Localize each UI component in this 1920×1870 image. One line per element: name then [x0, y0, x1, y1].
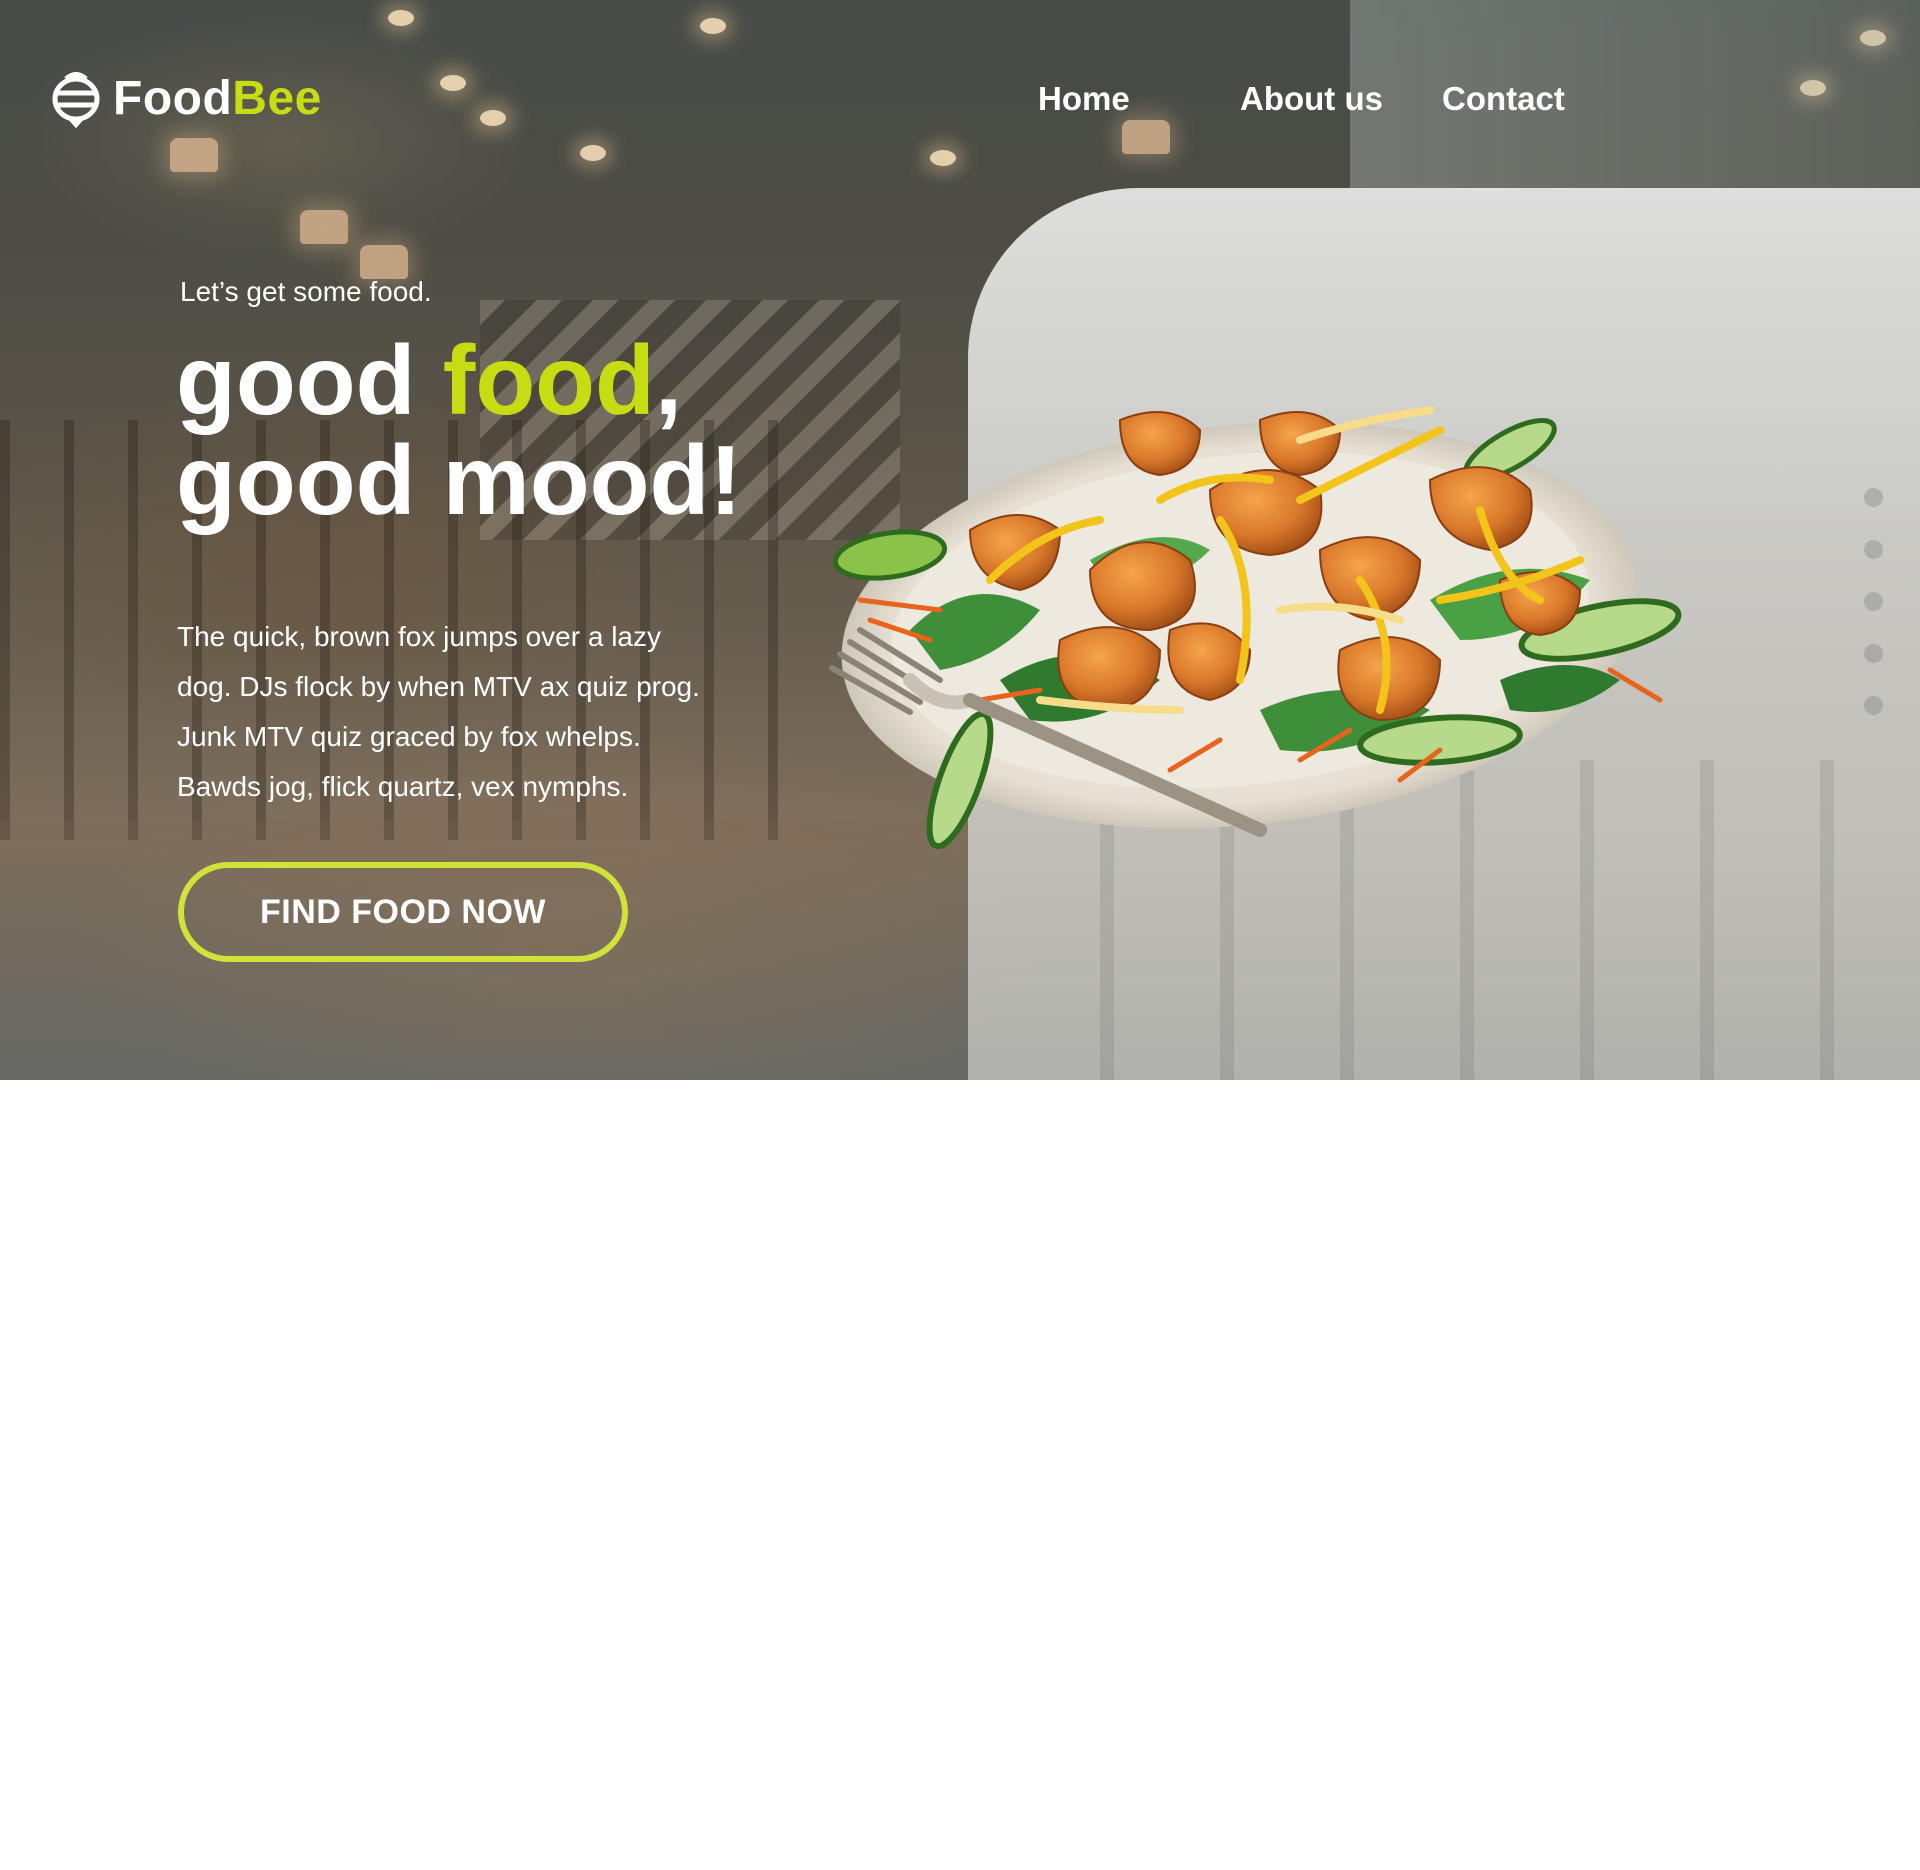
- headline-accent-word: food: [442, 325, 655, 435]
- hero-description: The quick, brown fox jumps over a lazy d…: [177, 612, 777, 812]
- slider-dot[interactable]: [1864, 488, 1883, 507]
- description-line: dog. DJs flock by when MTV ax quiz prog.: [177, 671, 700, 702]
- slider-dot[interactable]: [1864, 644, 1883, 663]
- find-food-button[interactable]: FIND FOOD NOW: [178, 862, 628, 962]
- bee-icon: [52, 72, 100, 128]
- hero-kicker: Let’s get some food.: [180, 276, 432, 307]
- slider-dot[interactable]: [1864, 592, 1883, 611]
- background-light: [580, 145, 606, 161]
- background-light: [480, 110, 506, 126]
- description-line: Junk MTV quiz graced by fox whelps.: [177, 721, 641, 752]
- background-light: [700, 18, 726, 34]
- background-light: [440, 75, 466, 91]
- nav-home[interactable]: Home: [1038, 80, 1130, 118]
- slider-dot[interactable]: [1864, 540, 1883, 559]
- hero-section: FoodBee Home About us Contact Let’s get …: [0, 0, 1920, 1080]
- nav-about-us[interactable]: About us: [1240, 80, 1383, 118]
- brand-name-part1: Food: [113, 71, 233, 125]
- description-line: The quick, brown fox jumps over a lazy: [177, 621, 661, 652]
- brand-logo[interactable]: FoodBee: [47, 68, 322, 128]
- background-light: [388, 10, 414, 26]
- brand-name-part2: Bee: [232, 71, 322, 125]
- background-lamp: [1122, 120, 1170, 154]
- headline-line1-start: good: [176, 325, 443, 435]
- slider-dot[interactable]: [1864, 696, 1883, 715]
- background-window: [1350, 0, 1920, 190]
- headline-line1-end: ,: [654, 325, 683, 435]
- background-lamp: [170, 138, 218, 172]
- background-lamp: [360, 245, 408, 279]
- brand-name: FoodBee: [113, 71, 322, 126]
- hero-headline: good food, good mood!: [176, 330, 742, 530]
- description-line: Bawds jog, flick quartz, vex nymphs.: [177, 771, 629, 802]
- background-lamp: [300, 210, 348, 244]
- nav-contact[interactable]: Contact: [1442, 80, 1565, 118]
- salad-plate-image: [829, 406, 1682, 850]
- background-light: [930, 150, 956, 166]
- headline-line2: good mood!: [176, 425, 743, 535]
